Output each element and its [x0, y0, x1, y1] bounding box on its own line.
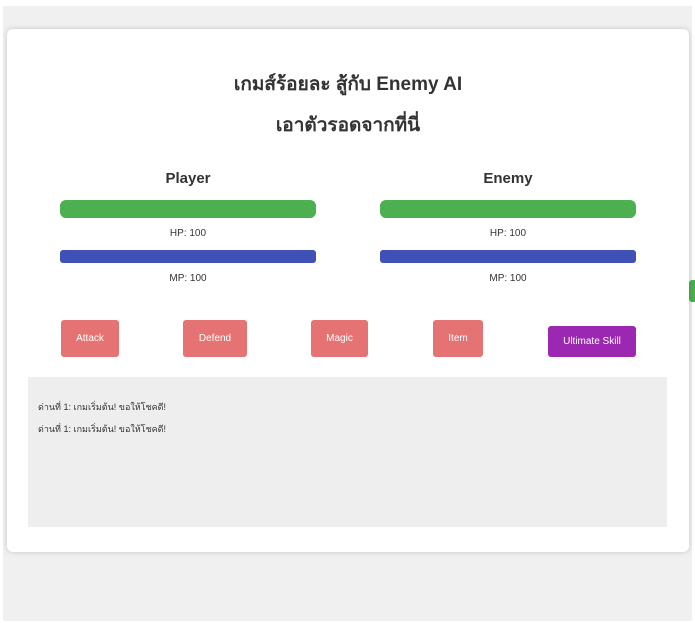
enemy-mp-text: MP: 100: [489, 273, 527, 284]
ultimate-skill-button[interactable]: Ultimate Skill: [548, 326, 636, 357]
battle-log: ด่านที่ 1: เกมเริ่มต้น! ขอให้โชคดี! ด่าน…: [28, 377, 667, 527]
player-hp-text: HP: 100: [169, 228, 207, 239]
player-name: Player: [165, 170, 211, 187]
log-entry: ด่านที่ 1: เกมเริ่มต้น! ขอให้โชคดี!: [38, 402, 166, 412]
log-entry: ด่านที่ 1: เกมเริ่มต้น! ขอให้โชคดี!: [38, 424, 166, 434]
attack-button[interactable]: Attack: [61, 320, 119, 357]
item-button[interactable]: Item: [433, 320, 483, 357]
game-subtitle: เอาตัวรอดจากที่นี่: [275, 115, 421, 136]
magic-button[interactable]: Magic: [311, 320, 368, 357]
player-mp-bar: [60, 250, 316, 263]
enemy-mp-fill: [380, 250, 636, 263]
defend-button[interactable]: Defend: [183, 320, 247, 357]
enemy-name: Enemy: [483, 170, 533, 187]
player-mp-fill: [60, 250, 316, 263]
game-title: เกมส์ร้อยละ สู้กับ Enemy AI: [233, 74, 463, 95]
enemy-hp-bar: [380, 200, 636, 218]
side-tab[interactable]: [689, 280, 695, 302]
enemy-hp-text: HP: 100: [489, 228, 527, 239]
enemy-mp-bar: [380, 250, 636, 263]
player-mp-text: MP: 100: [169, 273, 207, 284]
game-container: เกมส์ร้อยละ สู้กับ Enemy AI เอาตัวรอดจาก…: [7, 29, 689, 552]
enemy-hp-fill: [380, 200, 636, 218]
player-hp-fill: [60, 200, 316, 218]
player-hp-bar: [60, 200, 316, 218]
